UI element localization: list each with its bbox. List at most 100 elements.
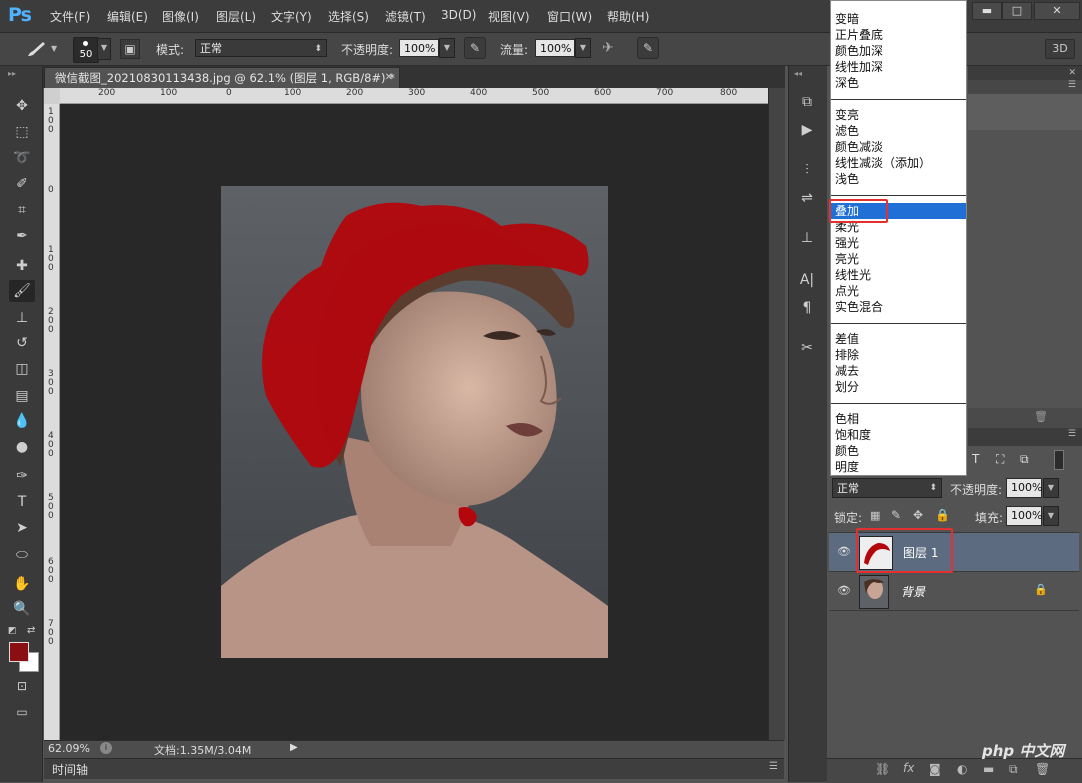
blend-option[interactable]: 深色 <box>831 75 966 91</box>
trash-icon[interactable]: 🗑 <box>1034 410 1048 423</box>
menu-view[interactable]: 视图(V) <box>488 8 530 25</box>
expand-icon[interactable]: ◂◂ <box>794 69 802 78</box>
status-info-icon[interactable]: i <box>100 742 112 754</box>
flow-input[interactable]: 100% <box>535 39 575 57</box>
maximize-button[interactable]: □ <box>1002 2 1032 20</box>
panel-menu-icon[interactable]: ☰ <box>1068 80 1076 90</box>
blend-option[interactable]: 饱和度 <box>831 427 966 443</box>
status-menu-arrow-icon[interactable]: ▶ <box>290 742 298 753</box>
blend-option[interactable]: 变亮 <box>831 107 966 123</box>
document-image[interactable] <box>221 186 608 658</box>
flow-dropdown[interactable]: ▼ <box>575 38 591 58</box>
quick-mask-icon[interactable]: ⊡ <box>9 675 35 697</box>
blend-option[interactable]: 亮光 <box>831 251 966 267</box>
blend-option[interactable]: 差值 <box>831 331 966 347</box>
blend-option[interactable]: 划分 <box>831 379 966 395</box>
close-panel-icon[interactable]: ✕ <box>1068 68 1076 78</box>
crop-tool-icon[interactable]: ⌗ <box>9 199 35 221</box>
visibility-eye-icon[interactable]: 👁 <box>837 584 853 598</box>
actions-panel-icon[interactable]: ▶ <box>796 120 818 140</box>
panel-menu-icon[interactable]: ☰ <box>1068 429 1076 439</box>
opacity-input[interactable]: 100% <box>399 39 439 57</box>
lock-transparency-icon[interactable]: ▦ <box>870 509 880 522</box>
chevron-down-icon[interactable]: ▼ <box>51 44 57 53</box>
opacity-dropdown[interactable]: ▼ <box>439 38 455 58</box>
lock-pixels-icon[interactable]: ✎ <box>891 508 901 522</box>
brush-preset-dropdown[interactable]: ▼ <box>97 38 111 60</box>
layer-blend-mode-select[interactable]: 正常 ⬍ <box>832 478 942 498</box>
layer-name[interactable]: 背景 <box>901 583 925 600</box>
menu-help[interactable]: 帮助(H) <box>607 8 649 25</box>
adjustments-icon[interactable]: ⇌ <box>796 188 818 208</box>
blur-tool-icon[interactable]: 💧 <box>9 410 35 432</box>
clone-source-icon[interactable]: ⊥ <box>796 228 818 248</box>
marquee-tool-icon[interactable]: ⬚ <box>9 121 35 143</box>
brush-presets-icon[interactable]: ⫶ <box>796 160 818 180</box>
blend-option[interactable]: 线性光 <box>831 267 966 283</box>
vertical-ruler[interactable]: 1 0 0 0 1 0 0 2 0 0 3 0 0 4 0 0 5 0 0 6 … <box>44 104 60 740</box>
horizontal-ruler[interactable]: 200 100 0 100 200 300 400 500 600 700 80… <box>60 88 768 104</box>
smart-object-filter-icon[interactable]: ⧉ <box>1020 452 1029 467</box>
history-panel-icon[interactable]: ⧉ <box>796 92 818 112</box>
mode-select[interactable]: 正常 ⬍ <box>195 39 327 57</box>
new-layer-icon[interactable]: ⧉ <box>1009 762 1018 777</box>
brush-panel-toggle-icon[interactable]: ▣ <box>120 39 140 59</box>
blend-option[interactable]: 色相 <box>831 411 966 427</box>
shape-tool-icon[interactable]: ⬭ <box>9 544 35 566</box>
path-select-tool-icon[interactable]: ➤ <box>9 517 35 539</box>
timeline-panel[interactable]: 时间轴 ☰ <box>44 758 784 779</box>
menu-image[interactable]: 图像(I) <box>162 8 199 25</box>
blend-option[interactable]: 颜色减淡 <box>831 139 966 155</box>
move-tool-icon[interactable]: ✥ <box>9 95 35 117</box>
blend-option[interactable]: 明度 <box>831 459 966 475</box>
pen-tool-icon[interactable]: ✑ <box>9 465 35 487</box>
adjustment-layer-icon[interactable]: ◐ <box>957 762 967 776</box>
shape-filter-icon[interactable]: ⛶ <box>996 452 1004 467</box>
add-mask-icon[interactable]: ◙ <box>929 762 941 776</box>
visibility-eye-icon[interactable]: 👁 <box>837 545 853 559</box>
menu-3d[interactable]: 3D(D) <box>441 8 476 22</box>
paragraph-panel-icon[interactable]: ¶ <box>796 298 818 318</box>
pressure-opacity-icon[interactable]: ✎ <box>464 37 486 59</box>
lock-all-icon[interactable]: 🔒 <box>935 508 950 522</box>
blend-option[interactable]: 滤色 <box>831 123 966 139</box>
minimize-button[interactable]: ▬ <box>972 2 1002 20</box>
3d-workspace-button[interactable]: 3D <box>1045 39 1075 59</box>
brush-preset-picker[interactable]: 50 <box>73 37 99 63</box>
type-tool-icon[interactable]: T <box>9 491 35 513</box>
eraser-tool-icon[interactable]: ◫ <box>9 358 35 380</box>
new-group-icon[interactable]: ▬ <box>983 762 994 776</box>
vertical-scrollbar[interactable] <box>768 88 785 740</box>
menu-type[interactable]: 文字(Y) <box>271 8 312 25</box>
history-brush-tool-icon[interactable]: ↺ <box>9 332 35 354</box>
menu-file[interactable]: 文件(F) <box>50 8 90 25</box>
blend-option[interactable]: 减去 <box>831 363 966 379</box>
fill-dropdown[interactable]: ▼ <box>1043 506 1059 526</box>
fx-icon[interactable]: fx <box>903 761 914 775</box>
menu-filter[interactable]: 滤镜(T) <box>385 8 426 25</box>
dodge-tool-icon[interactable]: ● <box>9 436 35 458</box>
swap-colors-icon[interactable]: ⇄ <box>27 625 35 636</box>
foreground-color-swatch[interactable] <box>9 642 29 662</box>
layer-opacity-dropdown[interactable]: ▼ <box>1043 478 1059 498</box>
blend-option[interactable]: 浅色 <box>831 171 966 187</box>
blend-option[interactable]: 实色混合 <box>831 299 966 315</box>
eyedropper-tool-icon[interactable]: ✒ <box>9 225 35 247</box>
hand-tool-icon[interactable]: ✋ <box>9 573 35 595</box>
blend-option[interactable]: 线性加深 <box>831 59 966 75</box>
tool-presets-icon[interactable]: ✂ <box>796 338 818 358</box>
character-panel-icon[interactable]: A| <box>796 270 818 290</box>
brush-tool-active-icon[interactable]: 🖌 <box>9 280 35 302</box>
healing-brush-tool-icon[interactable]: ✚ <box>9 255 35 277</box>
collapse-icon[interactable]: ▸▸ <box>8 69 16 78</box>
lasso-tool-icon[interactable]: ➰ <box>9 147 35 169</box>
blend-option[interactable]: 正片叠底 <box>831 27 966 43</box>
filter-toggle[interactable] <box>1054 450 1064 470</box>
quick-select-tool-icon[interactable]: ✐ <box>9 173 35 195</box>
fill-input[interactable]: 100% <box>1006 506 1042 526</box>
blend-option[interactable]: 变暗 <box>831 11 966 27</box>
delete-layer-icon[interactable]: 🗑 <box>1035 762 1050 776</box>
link-layers-icon[interactable]: ⛓ <box>875 762 890 776</box>
airbrush-icon[interactable]: ✈ <box>602 40 614 56</box>
clone-stamp-tool-icon[interactable]: ⊥ <box>9 307 35 329</box>
